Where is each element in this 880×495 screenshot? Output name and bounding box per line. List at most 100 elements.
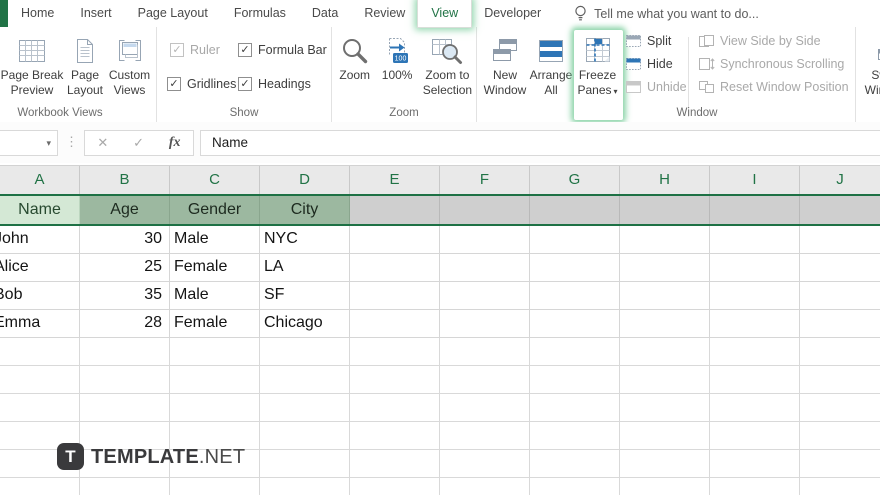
name-box-dropdown-icon[interactable]: ▾ xyxy=(46,138,51,149)
cell-a1-active[interactable]: Name xyxy=(0,196,80,224)
column-header-d[interactable]: D xyxy=(260,166,350,194)
formula-input[interactable]: Name xyxy=(200,130,880,156)
cell-a3[interactable]: Alice xyxy=(0,254,80,281)
group-zoom: Zoom 100 100% Zoom to Selection Zoom xyxy=(332,27,477,122)
window-group-separator xyxy=(688,37,689,117)
template-net-watermark: T TEMPLATE.NET xyxy=(57,443,245,470)
column-header-a[interactable]: A xyxy=(0,166,80,194)
tab-insert[interactable]: Insert xyxy=(67,0,124,27)
cell-d3[interactable]: LA xyxy=(260,254,350,281)
page-break-preview-button[interactable]: Page Break Preview xyxy=(0,33,64,97)
cell-d2[interactable]: NYC xyxy=(260,226,350,253)
tab-formulas[interactable]: Formulas xyxy=(221,0,299,27)
page-layout-icon xyxy=(73,33,97,68)
ruler-checkbox[interactable]: ✓ Ruler xyxy=(170,43,220,57)
selection-border-top xyxy=(0,194,880,196)
unhide-button[interactable]: Unhide xyxy=(625,80,687,94)
cell-c1[interactable]: Gender xyxy=(170,196,260,224)
cell-b4[interactable]: 35 xyxy=(80,282,170,309)
file-tab[interactable] xyxy=(0,0,8,27)
column-header-h[interactable]: H xyxy=(620,166,710,194)
table-row: John 30 Male NYC xyxy=(0,226,880,254)
cell-b5[interactable]: 28 xyxy=(80,310,170,337)
magnifier-icon xyxy=(340,33,370,68)
split-button[interactable]: Split xyxy=(625,34,671,48)
cell-c4[interactable]: Male xyxy=(170,282,260,309)
gridlines-checkbox[interactable]: ✓ Gridlines xyxy=(167,77,236,91)
enter-icon[interactable]: ✓ xyxy=(133,135,144,151)
zoom-to-selection-icon xyxy=(431,33,463,68)
cell-i1[interactable] xyxy=(710,196,800,224)
group-switch-windows: Switch Windows xyxy=(856,27,880,122)
freeze-panes-button[interactable]: Freeze Panes ▾ xyxy=(574,33,621,97)
cell-b1[interactable]: Age xyxy=(80,196,170,224)
cell-a5[interactable]: Emma xyxy=(0,310,80,337)
zoom-100-icon: 100 xyxy=(382,33,412,68)
empty-cells[interactable] xyxy=(0,338,880,495)
unhide-icon xyxy=(626,81,641,93)
arrange-all-button[interactable]: Arrange All xyxy=(528,33,574,97)
formula-bar-grip-icon[interactable]: ⋮ xyxy=(65,135,78,148)
zoom-button[interactable]: Zoom xyxy=(334,33,375,83)
formula-bar-check-icon: ✓ xyxy=(238,43,252,57)
tab-home[interactable]: Home xyxy=(8,0,67,27)
group-show: ✓ Ruler ✓ Formula Bar ✓ Gridlines ✓ Head… xyxy=(157,27,332,122)
cell-c2[interactable]: Male xyxy=(170,226,260,253)
table-header-row: Name Age Gender City xyxy=(0,196,880,224)
tab-review[interactable]: Review xyxy=(351,0,418,27)
reset-window-position-icon xyxy=(699,81,714,93)
cell-e1[interactable] xyxy=(350,196,440,224)
tab-view[interactable]: View xyxy=(418,0,472,27)
cell-b3[interactable]: 25 xyxy=(80,254,170,281)
cell-d4[interactable]: SF xyxy=(260,282,350,309)
tab-page-layout[interactable]: Page Layout xyxy=(125,0,221,27)
name-box[interactable]: ▾ xyxy=(0,130,58,156)
cell-c3[interactable]: Female xyxy=(170,254,260,281)
worksheet-grid: A B C D E F G H I J Name Age Gender City xyxy=(0,163,880,495)
arrange-all-icon xyxy=(536,33,566,68)
switch-windows-button[interactable]: Switch Windows xyxy=(862,33,880,97)
headings-checkbox[interactable]: ✓ Headings xyxy=(238,77,311,91)
page-break-preview-icon xyxy=(17,33,47,68)
cell-h1[interactable] xyxy=(620,196,710,224)
view-side-by-side-button[interactable]: View Side by Side xyxy=(698,34,821,48)
tab-data[interactable]: Data xyxy=(299,0,351,27)
cancel-icon[interactable]: ✕ xyxy=(97,135,108,151)
cell-b2[interactable]: 30 xyxy=(80,226,170,253)
group-label-workbook-views: Workbook Views xyxy=(17,107,103,119)
tab-developer[interactable]: Developer xyxy=(471,0,554,27)
view-side-by-side-icon xyxy=(699,35,714,47)
column-header-j[interactable]: J xyxy=(800,166,880,194)
column-header-c[interactable]: C xyxy=(170,166,260,194)
new-window-button[interactable]: New Window xyxy=(482,33,528,97)
group-workbook-views: Page Break Preview Page Layout Custom Vi… xyxy=(0,27,157,122)
zoom-to-selection-button[interactable]: Zoom to Selection xyxy=(419,33,476,97)
column-header-f[interactable]: F xyxy=(440,166,530,194)
template-net-logo-icon: T xyxy=(57,443,84,470)
custom-views-button[interactable]: Custom Views xyxy=(106,33,153,97)
cell-d5[interactable]: Chicago xyxy=(260,310,350,337)
formula-bar-checkbox[interactable]: ✓ Formula Bar xyxy=(238,43,327,57)
column-header-i[interactable]: I xyxy=(710,166,800,194)
cell-a2[interactable]: John xyxy=(0,226,80,253)
svg-text:100: 100 xyxy=(395,55,407,62)
tell-me-box[interactable]: Tell me what you want to do... xyxy=(574,0,759,27)
cell-a4[interactable]: Bob xyxy=(0,282,80,309)
cell-j1[interactable] xyxy=(800,196,880,224)
cell-f1[interactable] xyxy=(440,196,530,224)
freeze-panes-dropdown-icon: ▾ xyxy=(613,86,618,96)
excel-window: Home Insert Page Layout Formulas Data Re… xyxy=(0,0,880,495)
insert-function-icon[interactable]: fx xyxy=(169,135,181,151)
cell-d1[interactable]: City xyxy=(260,196,350,224)
column-header-e[interactable]: E xyxy=(350,166,440,194)
page-layout-button[interactable]: Page Layout xyxy=(64,33,106,97)
reset-window-position-button[interactable]: Reset Window Position xyxy=(698,80,849,94)
hide-button[interactable]: Hide xyxy=(625,57,673,71)
cell-g1[interactable] xyxy=(530,196,620,224)
cell-c5[interactable]: Female xyxy=(170,310,260,337)
synchronous-scrolling-button[interactable]: Synchronous Scrolling xyxy=(698,57,844,71)
zoom-100-button[interactable]: 100 100% xyxy=(375,33,418,83)
column-header-g[interactable]: G xyxy=(530,166,620,194)
gridlines-check-icon: ✓ xyxy=(167,77,181,91)
column-header-b[interactable]: B xyxy=(80,166,170,194)
